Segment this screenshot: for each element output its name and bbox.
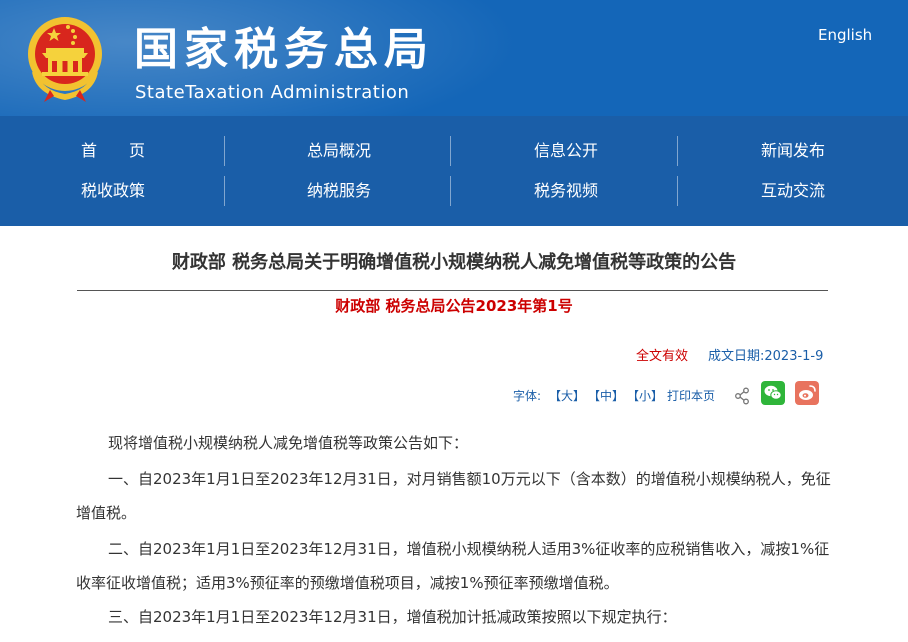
article-title: 财政部 税务总局关于明确增值税小规模纳税人减免增值税等政策的公告 [171,252,737,273]
title-divider [77,290,828,291]
article-paragraph: 二、自2023年1月1日至2023年12月31日，增值税小规模纳税人适用3%征收… [76,540,830,592]
wechat-icon[interactable] [761,381,785,405]
nav-item-news[interactable]: 新闻发布 [761,136,908,166]
main-nav: 首 页 总局概况 信息公开 新闻发布 税收政策 纳税服务 税务视频 互动交流 [0,116,908,226]
share-icon[interactable] [734,387,750,405]
site-header: 国家税务总局 StateTaxation Administration Engl… [0,0,908,116]
nav-divider [224,136,225,166]
document-date: 成文日期:2023-1-9 [708,349,824,364]
nav-divider [450,136,451,166]
nav-divider [450,176,451,206]
nav-divider [677,136,678,166]
nav-divider [224,176,225,206]
document-number: 财政部 税务总局公告2023年第1号 [335,297,573,315]
print-link[interactable]: 打印本页 [667,386,715,406]
font-size-label: 字体: [513,389,542,403]
weibo-icon[interactable] [795,381,819,405]
article-paragraph: 一、自2023年1月1日至2023年12月31日，对月销售额10万元以下（含本数… [76,470,831,522]
national-emblem-icon [28,17,102,102]
article-paragraph: 三、自2023年1月1日至2023年12月31日，增值税加计抵减政策按照以下规定… [108,608,677,626]
nav-item-home[interactable]: 首 页 [81,136,307,166]
font-medium-link[interactable]: 【中】 [588,386,624,406]
nav-item-info-disclosure[interactable]: 信息公开 [534,136,760,166]
site-title-en: StateTaxation Administration [135,82,410,103]
nav-divider [677,176,678,206]
font-large-link[interactable]: 【大】 [549,386,585,406]
nav-item-interaction[interactable]: 互动交流 [761,176,908,206]
nav-item-tax-video[interactable]: 税务视频 [534,176,760,206]
nav-item-tax-policy[interactable]: 税收政策 [81,176,307,206]
nav-item-taxpayer-service[interactable]: 纳税服务 [307,176,533,206]
english-link[interactable]: English [818,25,872,45]
article-paragraph: 现将增值税小规模纳税人减免增值税等政策公告如下： [108,434,469,452]
site-title-cn: 国家税务总局 [134,24,434,75]
font-small-link[interactable]: 【小】 [627,386,663,406]
nav-item-overview[interactable]: 总局概况 [307,136,533,166]
validity-status: 全文有效 [636,349,689,364]
